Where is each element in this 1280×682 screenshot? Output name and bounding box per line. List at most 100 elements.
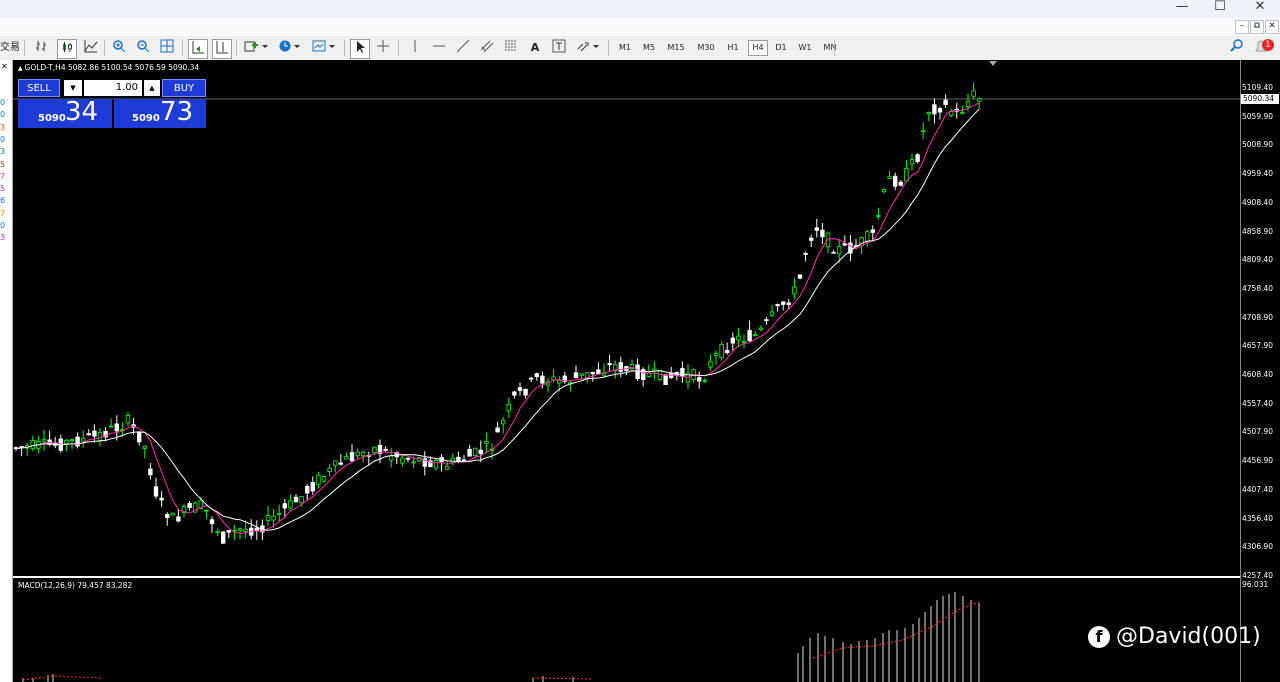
candle-body	[109, 425, 114, 428]
candle-body	[596, 369, 601, 375]
timeframe-h4-button[interactable]: H4	[748, 40, 768, 56]
timeframe-w1-button[interactable]: W1	[796, 40, 814, 56]
mdi-restore-button[interactable]: ⧉	[1250, 20, 1264, 34]
candle-body	[405, 457, 411, 460]
candle-body	[450, 457, 455, 463]
toolbar-separator	[834, 40, 835, 56]
candle-body	[215, 530, 220, 533]
bar-chart-icon[interactable]	[33, 39, 51, 57]
arrows-icon[interactable]	[574, 39, 602, 57]
tile-windows-icon[interactable]	[158, 39, 176, 57]
watermark: f @David(001)	[1088, 624, 1261, 649]
candle-body	[276, 512, 282, 515]
zoom-in-icon[interactable]	[110, 39, 128, 57]
symbol-list-value: 3	[0, 233, 6, 243]
candle-body	[472, 447, 478, 456]
timeframe-d1-button[interactable]: D1	[772, 40, 790, 56]
candle-body	[433, 460, 439, 469]
candle-body	[137, 431, 142, 443]
lot-increase-button[interactable]: ▲	[144, 80, 160, 96]
timeframe-m1-button[interactable]: M1	[616, 40, 634, 56]
trade-menu-label[interactable]: 交易	[0, 39, 20, 57]
symbol-list-value: 7	[0, 208, 6, 218]
candle-body	[209, 519, 215, 525]
templates-icon[interactable]	[310, 39, 338, 57]
candle-body	[444, 466, 450, 470]
cursor-icon[interactable]	[350, 39, 370, 59]
lot-decrease-button[interactable]: ▼	[64, 80, 82, 96]
chart-shift-icon[interactable]	[212, 39, 232, 59]
mdi-minimize-button[interactable]: –	[1235, 20, 1249, 34]
lot-size-input[interactable]: 1.00	[84, 80, 142, 96]
timeframe-m15-button[interactable]: M15	[664, 40, 688, 56]
candle-body	[411, 461, 416, 464]
candle-body	[86, 433, 91, 436]
candle-body	[809, 237, 814, 241]
price-axis-tick: 4758.40	[1242, 283, 1274, 293]
sell-button[interactable]: SELL	[18, 79, 60, 97]
fibonacci-icon[interactable]	[502, 39, 520, 57]
candle-body	[775, 304, 780, 307]
text-tool-icon[interactable]: A	[526, 39, 544, 57]
vertical-line-icon[interactable]	[406, 39, 424, 57]
symbol-list-value: 6	[0, 196, 6, 206]
candle-body	[540, 375, 545, 384]
price-axis-tick: 4908.40	[1242, 197, 1274, 207]
candle-body	[971, 90, 976, 97]
search-icon[interactable]	[1228, 39, 1246, 57]
candle-body	[741, 340, 747, 343]
indicators-icon[interactable]	[242, 39, 270, 57]
timeframe-m30-button[interactable]: M30	[694, 40, 718, 56]
price-chart[interactable]	[13, 60, 1240, 577]
candle-body	[282, 503, 287, 509]
timeframe-h1-button[interactable]: H1	[724, 40, 742, 56]
buy-price-panel[interactable]: 5090 73	[114, 97, 206, 128]
buy-button[interactable]: BUY	[162, 79, 206, 97]
candle-body	[372, 446, 377, 454]
candle-body	[837, 246, 842, 255]
macd-pane[interactable]	[13, 578, 1240, 682]
candle-body	[81, 437, 86, 442]
line-chart-icon[interactable]	[82, 39, 100, 57]
candle-body	[926, 112, 931, 115]
trendline-icon[interactable]	[454, 39, 472, 57]
periods-clock-icon[interactable]	[276, 39, 304, 57]
maximize-button[interactable]: ☐	[1208, 0, 1232, 16]
close-panel-icon[interactable]: ✕	[1, 62, 8, 71]
mdi-close-button[interactable]: ✕	[1265, 20, 1279, 34]
candle-body	[764, 319, 769, 321]
candle-body	[159, 497, 164, 501]
chart-shift-marker[interactable]	[989, 61, 997, 66]
candle-body	[725, 350, 730, 353]
toolbar-separator	[344, 40, 345, 56]
candle-body	[865, 231, 870, 242]
chart-title-text: GOLD-T,H4 5082.86 5100.54 5076.59 5090.3…	[24, 63, 200, 72]
price-axis-tick: 4657.90	[1242, 341, 1274, 351]
candle-body	[506, 404, 511, 412]
candle-body	[960, 112, 965, 114]
candle-body	[697, 377, 702, 382]
candle-body	[876, 215, 881, 217]
candle-body	[293, 496, 299, 503]
candle-body	[915, 154, 920, 162]
timeframe-mn-button[interactable]: MN	[820, 40, 840, 56]
moving-average-fast	[15, 102, 980, 534]
close-button[interactable]: ✕	[1248, 0, 1272, 16]
zoom-out-icon[interactable]	[134, 39, 152, 57]
candle-body	[921, 129, 926, 133]
candle-body	[456, 456, 461, 462]
timeframe-m5-button[interactable]: M5	[640, 40, 658, 56]
candlestick-icon[interactable]	[57, 39, 77, 59]
text-label-icon[interactable]	[550, 39, 568, 57]
candle-body	[887, 176, 892, 179]
candle-body	[607, 363, 612, 366]
horizontal-line-icon[interactable]	[430, 39, 448, 57]
candle-body	[360, 452, 366, 457]
notification-icon[interactable]: 1	[1252, 39, 1276, 57]
crosshair-icon[interactable]	[374, 39, 392, 57]
autoscroll-icon[interactable]	[188, 39, 208, 59]
minimize-button[interactable]: —	[1170, 0, 1194, 16]
equidistant-channel-icon[interactable]	[478, 39, 496, 57]
sell-price-panel[interactable]: 5090 34	[18, 97, 112, 128]
candle-body	[932, 104, 937, 115]
